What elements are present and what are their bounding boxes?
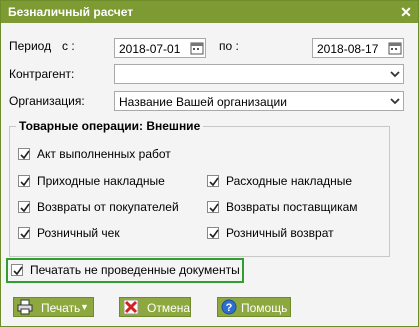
checkbox-label: Розничный чек [37, 226, 120, 240]
checkbox-label: Возвраты поставщикам [226, 200, 358, 214]
date-to-value: 2018-08-17 [317, 42, 379, 56]
cancel-icon [123, 299, 139, 315]
print-button[interactable]: Печать ▼ [13, 297, 94, 317]
checkbox-box[interactable] [207, 227, 219, 239]
chevron-down-icon[interactable] [387, 65, 403, 83]
counterparty-label: Контрагент: [9, 67, 75, 81]
operations-legend: Товарные операции: Внешние [19, 119, 201, 133]
checkbox-box[interactable] [18, 175, 30, 187]
checkbox-label: Печатать не проведенные документы [30, 263, 240, 277]
cancel-button-label: Отмена [147, 301, 191, 315]
svg-text:?: ? [226, 302, 233, 314]
cancel-button[interactable]: Отмена [119, 297, 191, 317]
close-icon[interactable]: ✕ [398, 4, 414, 20]
chevron-down-icon[interactable] [387, 92, 403, 110]
date-from-field[interactable]: 2018-07-01 [114, 38, 206, 58]
checkbox-box[interactable] [18, 227, 30, 239]
help-icon: ? [221, 299, 237, 315]
period-label: Период [9, 39, 52, 53]
help-button[interactable]: ? Помощь [217, 297, 291, 317]
calendar-icon[interactable] [388, 41, 402, 55]
checkbox-box[interactable] [207, 175, 219, 187]
checkbox-box[interactable] [11, 264, 23, 276]
checkbox-box[interactable] [207, 201, 219, 213]
checkbox-label: Возвраты от покупателей [37, 200, 179, 214]
print-button-label: Печать [41, 301, 81, 315]
printer-icon [17, 299, 33, 315]
checkbox-label: Акт выполненных работ [37, 147, 171, 161]
date-from-value: 2018-07-01 [119, 42, 181, 56]
help-button-label: Помощь [241, 301, 288, 315]
checkbox-label: Приходные накладные [37, 174, 165, 188]
calendar-icon[interactable] [190, 41, 204, 55]
dialog-title: Безналичный расчет [8, 5, 134, 19]
checkbox-label: Розничный возврат [226, 226, 334, 240]
counterparty-select[interactable] [114, 64, 404, 84]
period-to-label: по : [219, 39, 239, 53]
dropdown-caret-icon[interactable]: ▼ [80, 302, 89, 312]
titlebar: Безналичный расчет ✕ [1, 1, 418, 23]
checkbox-box[interactable] [18, 148, 30, 160]
checkbox-box[interactable] [18, 201, 30, 213]
date-to-field[interactable]: 2018-08-17 [312, 38, 404, 58]
checkbox-label: Расходные накладные [226, 174, 353, 188]
payment-dialog: Безналичный расчет ✕ Период с : 2018-07-… [0, 0, 419, 327]
organization-select[interactable]: Название Вашей организации [114, 91, 404, 111]
organization-value: Название Вашей организации [119, 95, 287, 109]
organization-label: Организация: [9, 94, 85, 108]
period-from-label: с : [62, 39, 75, 53]
